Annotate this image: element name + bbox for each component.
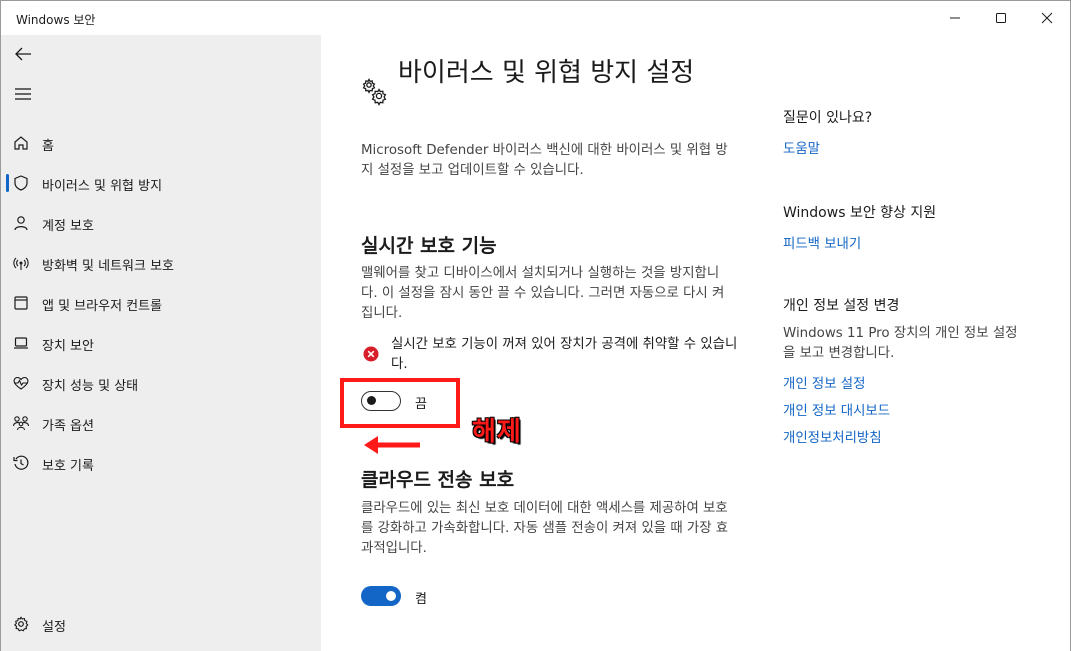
sidebar-item-home[interactable]: 홈 [1,125,321,161]
active-indicator [6,174,9,192]
sidebar-item-label: 보호 기록 [42,459,94,474]
page-description: Microsoft Defender 바이러스 백신에 대한 바이러스 및 위협… [361,143,728,178]
window-title: Windows 보안 [16,13,96,27]
family-icon [12,414,30,432]
question-heading: 질문이 있나요? [783,110,873,126]
close-button[interactable] [1024,1,1070,35]
annotation-highlight-box [340,378,460,428]
sidebar-item-firewall[interactable]: 방화벽 및 네트워크 보호 [1,245,321,281]
sidebar-item-label: 장치 성능 및 상태 [42,379,139,394]
sidebar-item-label: 홈 [42,139,54,154]
realtime-section-title: 실시간 보호 기능 [361,235,497,257]
privacy-dashboard-link[interactable]: 개인 정보 대시보드 [783,399,1043,419]
sidebar-item-family[interactable]: 가족 옵션 [1,405,321,441]
back-button[interactable] [10,41,36,67]
sidebar-item-label: 바이러스 및 위협 방지 [42,179,163,194]
improve-heading: Windows 보안 향상 지원 [783,205,937,221]
cloud-description: 클라우드에 있는 최신 보호 데이터에 대한 액세스를 제공하여 보호를 강화하… [361,501,729,556]
sidebar-item-device-security[interactable]: 장치 보안 [1,325,321,361]
error-icon [363,346,379,362]
annotation-label: 해제 [472,417,522,447]
shield-icon [12,174,30,192]
sidebar-item-history[interactable]: 보호 기록 [1,445,321,481]
sidebar-item-device-health[interactable]: 장치 성능 및 상태 [1,365,321,401]
annotation-arrow-icon [364,436,420,454]
sidebar-item-label: 설정 [42,620,66,635]
person-icon [12,214,30,232]
page-title: 바이러스 및 위협 방지 설정 [398,58,695,88]
warning-text: 실시간 보호 기능이 꺼져 있어 장치가 공격에 취약할 수 있습니다. [391,337,738,372]
privacy-statement-link[interactable]: 개인정보처리방침 [783,426,1043,446]
heart-pulse-icon [12,374,30,392]
sidebar-item-virus-protection[interactable]: 바이러스 및 위협 방지 [1,165,321,201]
sidebar-item-label: 장치 보안 [42,339,94,354]
privacy-heading: 개인 정보 설정 변경 [783,298,900,314]
app-window: Windows 보안 홈 바이러스 및 위협 방지 계정 보호 방화벽 및 네트… [0,0,1071,651]
help-link[interactable]: 도움말 [783,137,1043,157]
title-bar: Windows 보안 [1,1,1070,35]
sidebar: 홈 바이러스 및 위협 방지 계정 보호 방화벽 및 네트워크 보호 앱 및 브… [1,35,321,651]
privacy-section: 개인 정보 설정 변경 Windows 11 Pro 장치의 개인 정보 설정을… [783,295,1043,446]
app-window-icon [12,294,30,312]
sidebar-item-label: 가족 옵션 [42,419,94,434]
sidebar-item-settings[interactable]: 설정 [1,606,321,642]
cloud-section-title: 클라우드 전송 보호 [361,469,515,491]
realtime-description: 맬웨어를 찾고 디바이스에서 설치되거나 실행하는 것을 방지합니다. 이 설정… [361,266,725,321]
sidebar-item-label: 방화벽 및 네트워크 보호 [42,259,174,274]
help-section: 질문이 있나요? 도움말 [783,107,1043,157]
gears-icon [362,78,387,106]
maximize-icon [996,13,1006,23]
minimize-button[interactable] [932,1,978,35]
close-icon [1041,12,1053,24]
sidebar-item-app-browser[interactable]: 앱 및 브라우저 컨트롤 [1,285,321,321]
feedback-section: Windows 보안 향상 지원 피드백 보내기 [783,202,1043,252]
sidebar-item-label: 앱 및 브라우저 컨트롤 [42,299,163,314]
toggle-knob [386,591,396,601]
gear-icon [12,615,30,633]
hamburger-icon [15,88,31,100]
cloud-toggle-label: 켬 [415,592,427,607]
privacy-description: Windows 11 Pro 장치의 개인 정보 설정을 보고 변경합니다. [783,326,1018,361]
sidebar-item-account[interactable]: 계정 보호 [1,205,321,241]
cloud-toggle-row: 켬 [361,586,461,608]
wireless-icon [12,254,30,272]
minimize-icon [950,17,960,19]
cloud-toggle[interactable] [361,586,401,606]
menu-button[interactable] [10,81,36,107]
home-icon [12,134,30,152]
history-icon [12,454,30,472]
maximize-button[interactable] [978,1,1024,35]
laptop-icon [12,334,30,352]
privacy-settings-link[interactable]: 개인 정보 설정 [783,372,1043,392]
back-arrow-icon [15,47,31,61]
sidebar-item-label: 계정 보호 [42,219,94,234]
feedback-link[interactable]: 피드백 보내기 [783,232,1043,252]
